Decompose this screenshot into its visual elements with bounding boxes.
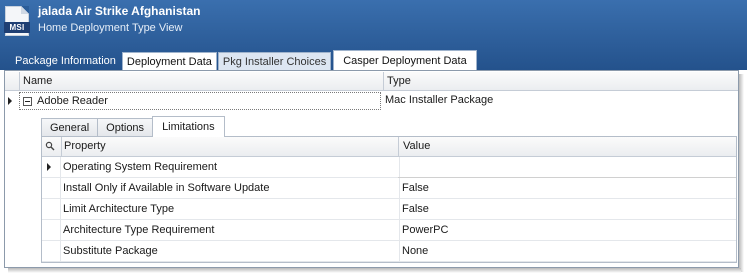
tab-casper-deployment-data[interactable]: Casper Deployment Data: [333, 50, 477, 70]
property-name: Limit Architecture Type: [61, 199, 400, 219]
property-name: Substitute Package: [61, 241, 400, 261]
top-tab-strip: Package Information Deployment Data Pkg …: [12, 50, 477, 70]
tab-options[interactable]: Options: [97, 118, 154, 137]
property-name: Operating System Requirement: [61, 157, 400, 177]
property-value[interactable]: PowerPC: [402, 220, 448, 240]
property-value[interactable]: False: [402, 199, 429, 219]
property-value[interactable]: None: [402, 241, 428, 261]
tab-pkg-installer-choices[interactable]: Pkg Installer Choices: [217, 52, 332, 70]
row-indicator-header: [5, 72, 20, 90]
tab-limitations[interactable]: Limitations: [152, 116, 225, 137]
property-row[interactable]: Substitute Package None: [42, 241, 736, 262]
window-shadow-bottom: [8, 268, 741, 273]
view-subtitle: Home Deployment Type View: [38, 22, 183, 34]
msi-icon-label: MSI: [4, 22, 30, 33]
detail-tab-strip: General Options Limitations: [41, 116, 225, 137]
property-row[interactable]: Operating System Requirement: [42, 157, 736, 178]
property-value[interactable]: False: [402, 178, 429, 198]
package-row[interactable]: Adobe Reader Mac Installer Package: [5, 92, 738, 111]
current-row-arrow-icon: [47, 163, 51, 171]
property-name: Architecture Type Requirement: [61, 220, 400, 240]
deployment-panel: Name Type Adobe Reader Mac Installer Pac…: [4, 70, 739, 268]
property-row[interactable]: Install Only if Available in Software Up…: [42, 178, 736, 199]
row-indicator: [42, 178, 61, 198]
tab-deployment-data[interactable]: Deployment Data: [121, 52, 217, 70]
tab-general[interactable]: General: [41, 118, 99, 137]
search-icon[interactable]: [45, 141, 55, 151]
column-header-value[interactable]: Value: [398, 137, 733, 156]
package-grid-header: Name Type: [5, 72, 738, 91]
msi-file-icon: MSI: [4, 6, 30, 36]
property-row[interactable]: Architecture Type Requirement PowerPC: [42, 220, 736, 241]
row-indicator: [42, 157, 61, 177]
package-name: Adobe Reader: [37, 95, 108, 107]
page-fold: [21, 6, 29, 14]
limitations-property-grid: Property Value Operating System Requirem…: [41, 136, 737, 263]
window-shadow-right: [739, 74, 744, 272]
app-header: MSI jalada Air Strike Afghanistan Home D…: [0, 0, 747, 70]
row-indicator: [42, 199, 61, 219]
property-name: Install Only if Available in Software Up…: [61, 178, 400, 198]
package-name-cell[interactable]: Adobe Reader: [19, 92, 381, 110]
property-grid-header: Property Value: [42, 137, 736, 157]
row-indicator: [42, 220, 61, 240]
tab-package-information[interactable]: Package Information: [12, 52, 122, 70]
column-header-property[interactable]: Property: [61, 137, 400, 156]
column-header-type[interactable]: Type: [383, 72, 737, 90]
window-title: jalada Air Strike Afghanistan: [38, 4, 201, 18]
package-type: Mac Installer Package: [385, 94, 494, 106]
row-indicator: [42, 241, 61, 261]
value-editor[interactable]: [398, 157, 736, 178]
collapse-toggle-icon[interactable]: [23, 97, 32, 106]
current-row-arrow-icon: [8, 97, 12, 105]
column-header-name[interactable]: Name: [22, 72, 52, 90]
property-row[interactable]: Limit Architecture Type False: [42, 199, 736, 220]
